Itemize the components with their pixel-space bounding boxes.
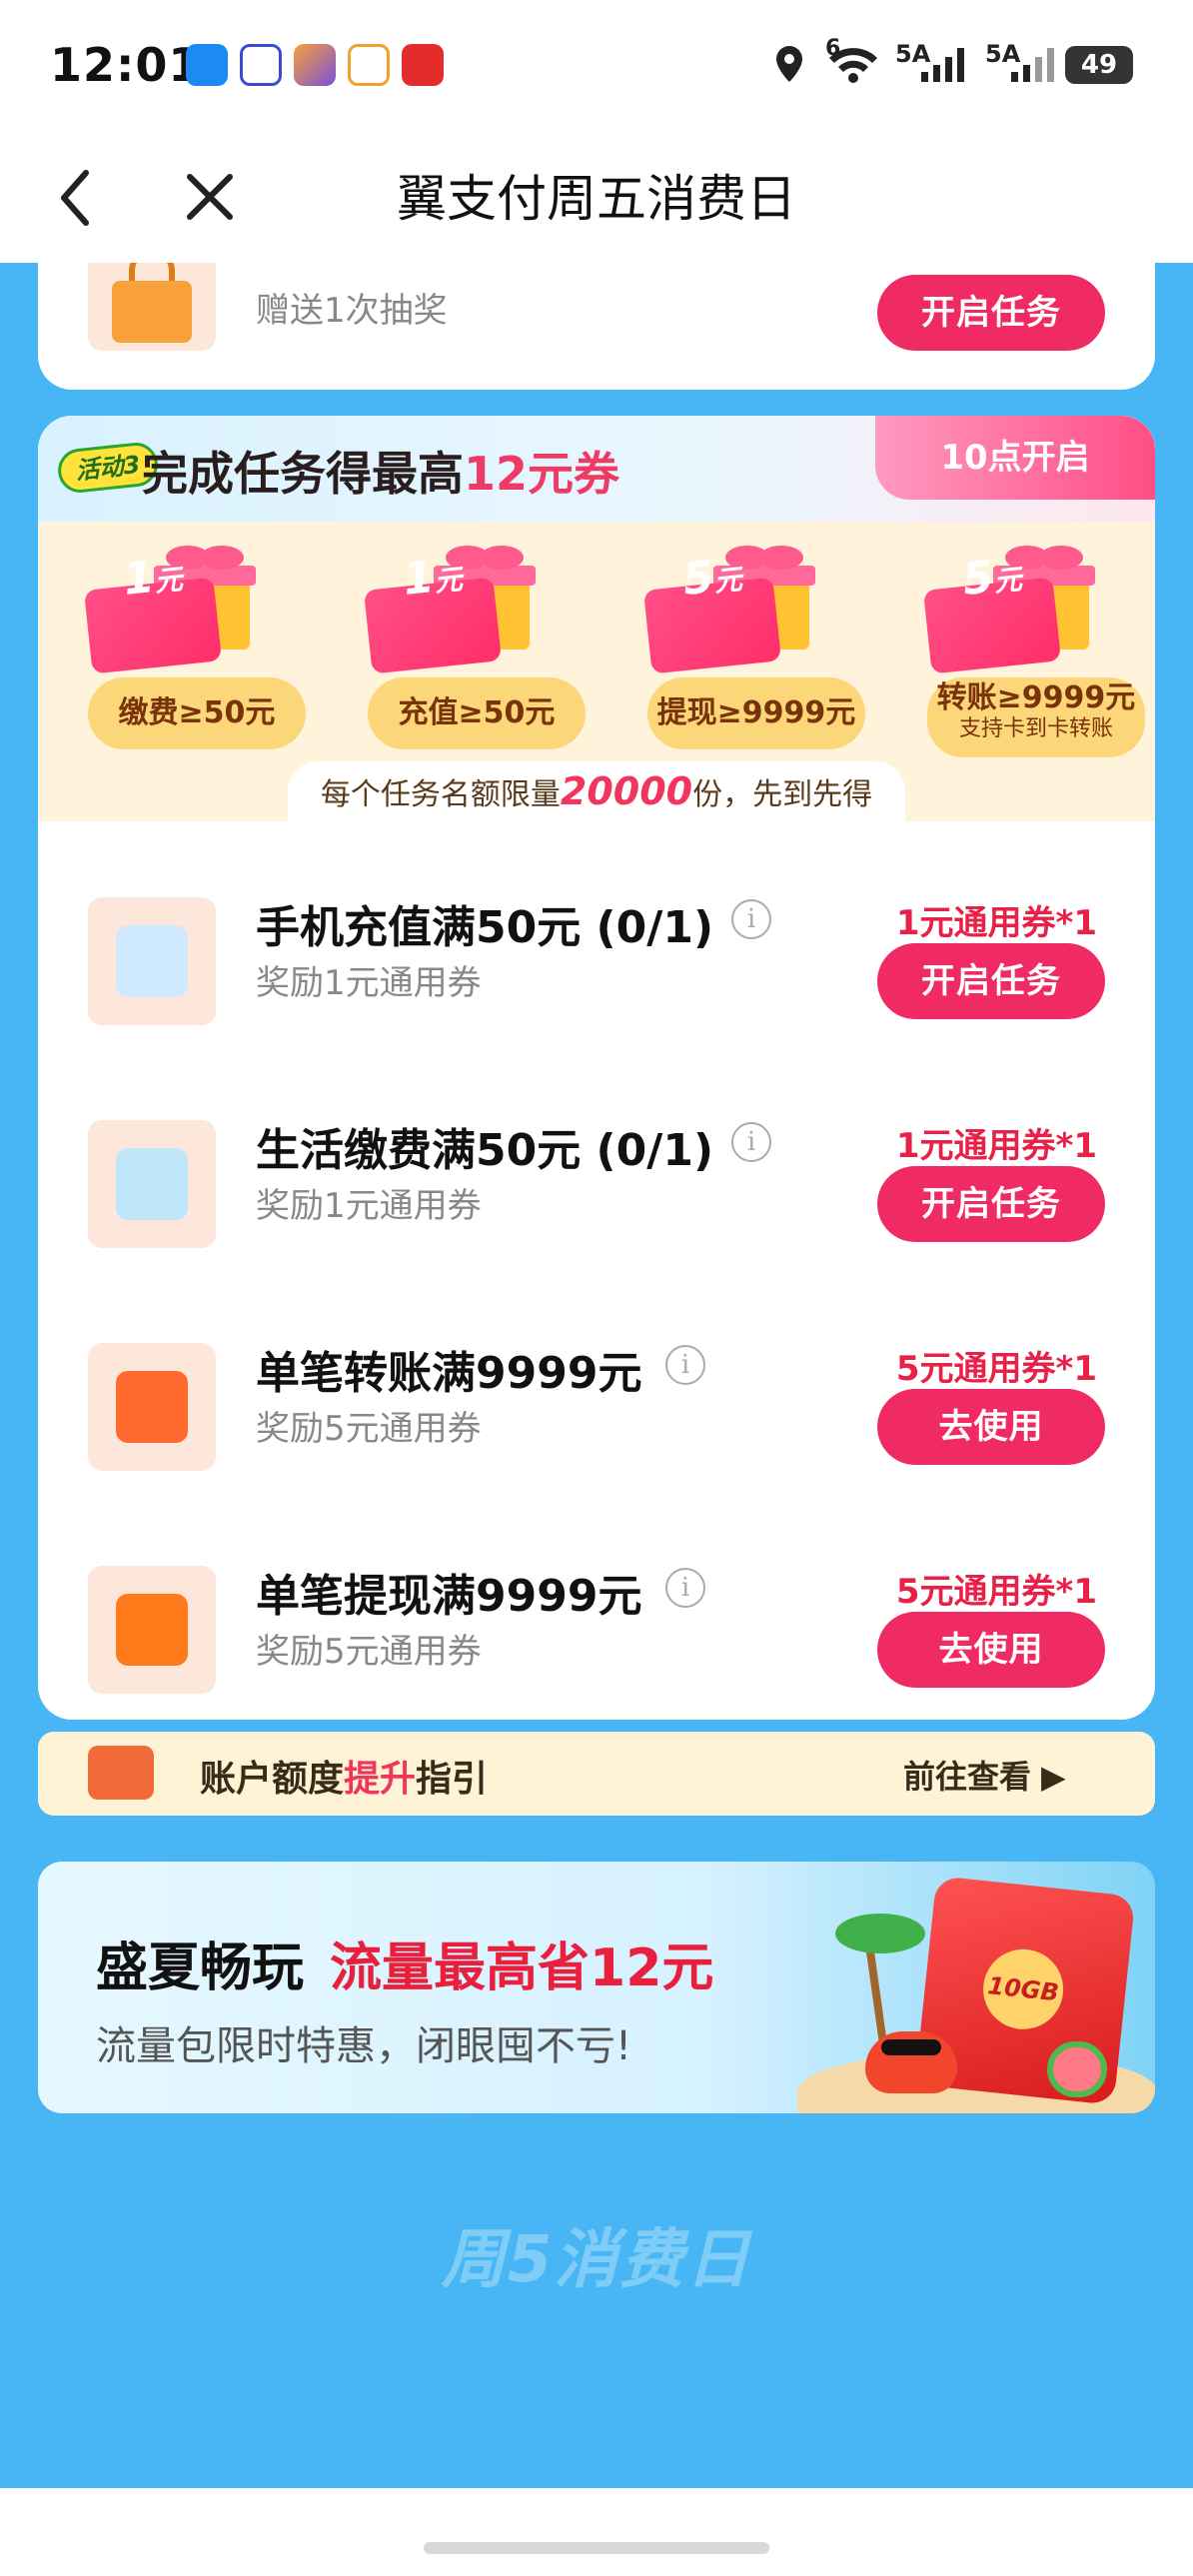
traffic-promo-banner[interactable]: 盛夏畅玩 流量最高省12元 流量包限时特惠，闭眼囤不亏! 10GB xyxy=(38,1862,1155,2113)
withdraw-icon xyxy=(88,1566,216,1694)
envelope-coin: 10GB xyxy=(979,1944,1068,2033)
shopping-bag-icon xyxy=(88,248,216,351)
task-row: 手机充值满50元 (0/1) i 奖励1元通用券 1元通用券*1 开启任务 xyxy=(38,879,1155,1039)
triangle-right-icon: ▶ xyxy=(1041,1758,1066,1796)
home-indicator[interactable] xyxy=(424,2542,769,2554)
prize-label: 转账≥9999元 支持卡到卡转账 xyxy=(927,677,1145,757)
task-subtitle: 赠送1次抽奖 xyxy=(256,291,448,331)
message-app-icon xyxy=(186,44,228,86)
bill-icon xyxy=(88,1120,216,1248)
task-row: 生活缴费满50元 (0/1) i 奖励1元通用券 1元通用券*1 开启任务 xyxy=(38,1102,1155,1262)
prize-amount: 1元 xyxy=(401,552,465,606)
footer-logo: 周5消费日 xyxy=(441,2223,752,2297)
task-reward: 1元通用券*1 xyxy=(895,903,1097,943)
prize-label: 提现≥9999元 xyxy=(647,677,865,749)
time-tag: 10点开启 xyxy=(875,416,1155,500)
task-title: 单笔提现满9999元 xyxy=(256,1571,642,1622)
location-icon xyxy=(776,46,802,82)
promo-subtitle: 流量包限时特惠，闭眼囤不亏! xyxy=(96,2023,632,2069)
task-title: 手机充值满50元 (0/1) xyxy=(256,902,714,953)
task-row: 单笔转账满9999元 i 奖励5元通用券 5元通用券*1 去使用 xyxy=(38,1325,1155,1485)
info-icon[interactable]: i xyxy=(731,899,771,939)
task-reward: 1元通用券*1 xyxy=(895,1126,1097,1166)
task-subtitle: 奖励5元通用券 xyxy=(256,1632,482,1672)
wallet-icon xyxy=(88,1746,154,1800)
task-row: 单笔提现满9999元 i 奖励5元通用券 5元通用券*1 去使用 xyxy=(38,1548,1155,1708)
task-subtitle: 奖励1元通用券 xyxy=(256,1186,482,1226)
shopping-app-icon xyxy=(348,44,390,86)
bottom-bar xyxy=(0,2488,1193,2576)
guide-link[interactable]: 前往查看 ▶ xyxy=(903,1752,1066,1798)
prize-amount: 1元 xyxy=(121,552,185,606)
sunglasses-icon xyxy=(881,2039,941,2055)
guide-text: 账户额度提升指引 xyxy=(200,1759,489,1800)
task-action-button[interactable]: 开启任务 xyxy=(877,1166,1105,1242)
signal-icon xyxy=(921,48,964,82)
prize-note: 支持卡到卡转账 xyxy=(958,716,1113,741)
battery-icon: 49 xyxy=(1065,46,1133,84)
top-task-card: 赠送1次抽奖 开启任务 xyxy=(38,248,1155,390)
watermelon-icon xyxy=(1047,2041,1107,2097)
prize-amount: 5元 xyxy=(680,552,744,606)
prize-item: 5元提现≥9999元 xyxy=(642,536,865,775)
prize-label: 缴费≥50元 xyxy=(88,677,306,749)
wallet-icon xyxy=(88,1343,216,1471)
task-action-button[interactable]: 去使用 xyxy=(877,1612,1105,1688)
prize-amount: 5元 xyxy=(960,552,1024,606)
task-subtitle: 奖励5元通用券 xyxy=(256,1409,482,1449)
task-action-button[interactable]: 去使用 xyxy=(877,1389,1105,1465)
cloudpay-app-icon xyxy=(402,44,444,86)
phone-topup-icon xyxy=(88,897,216,1025)
promo-title: 盛夏畅玩 流量最高省12元 xyxy=(96,1938,714,1998)
limit-guide-banner[interactable]: 账户额度提升指引 前往查看 ▶ xyxy=(38,1732,1155,1816)
prize-item: 1元充值≥50元 xyxy=(363,536,586,775)
photo-app-icon xyxy=(294,44,336,86)
start-task-button[interactable]: 开启任务 xyxy=(877,275,1105,351)
task-title: 单笔转账满9999元 xyxy=(256,1348,642,1399)
task-reward: 5元通用券*1 xyxy=(895,1572,1097,1612)
status-bar: 12:01 6 5A 5A 49 xyxy=(0,0,1193,135)
activity3-card: 活动3 完成任务得最高12元券 10点开启 1元 缴费≥50元 1元 充值≥50元 5元… xyxy=(38,416,1155,1720)
battery-level: 49 xyxy=(1080,50,1118,80)
task-title: 生活缴费满50元 (0/1) xyxy=(256,1125,714,1176)
prize-item: 5元转账≥9999元 支持卡到卡转账 xyxy=(922,536,1145,775)
clock: 12:01 xyxy=(50,38,202,92)
palm-leaves-icon xyxy=(835,1914,925,1953)
page-title: 翼支付周五消费日 xyxy=(397,170,796,228)
signal-icon-2 xyxy=(1011,48,1054,82)
activity3-title: 完成任务得最高12元券 xyxy=(142,447,620,501)
bank-app-icon xyxy=(240,44,282,86)
info-icon[interactable]: i xyxy=(665,1568,705,1608)
quota-banner: 每个任务名额限量20000份，先到先得 xyxy=(288,761,905,821)
network-type-1: 6 xyxy=(825,36,841,61)
prize-item: 1元缴费≥50元 xyxy=(83,536,306,775)
task-subtitle: 奖励1元通用券 xyxy=(256,963,482,1003)
task-reward: 5元通用券*1 xyxy=(895,1349,1097,1389)
info-icon[interactable]: i xyxy=(665,1345,705,1385)
nav-bar: 翼支付周五消费日 xyxy=(0,135,1193,263)
prize-label: 充值≥50元 xyxy=(368,677,586,749)
task-action-button[interactable]: 开启任务 xyxy=(877,943,1105,1019)
info-icon[interactable]: i xyxy=(731,1122,771,1162)
